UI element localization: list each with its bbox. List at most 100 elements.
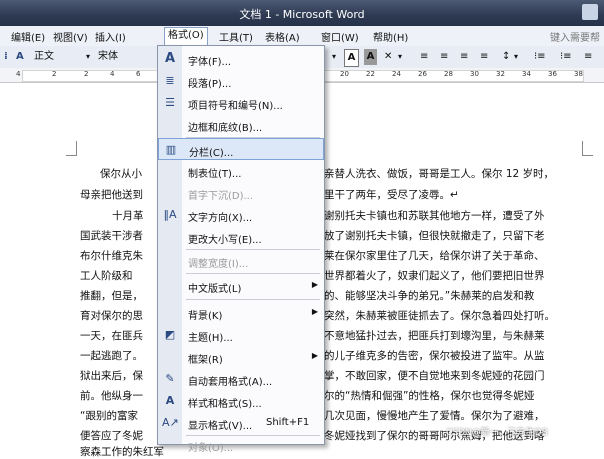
doc-line: 一起逃跑了。 <box>80 350 143 362</box>
justify-icon[interactable]: ≡ <box>480 49 488 65</box>
menu-item-styles-formatting[interactable]: A 样式和格式(S)... <box>158 390 324 412</box>
menu-item-asian-layout[interactable]: 中文版式(L) ▶ <box>158 275 324 297</box>
font-A-icon: A <box>164 51 176 66</box>
menu-item-frames[interactable]: 框架(R) ▶ <box>158 346 324 368</box>
styles-pane-icon[interactable]: ⁞ <box>4 49 8 65</box>
doc-line-right: 的儿子维克多的告密，保尔被投进了监牢。从监 <box>324 350 545 362</box>
doc-line-right: 亲替人洗衣、做饭，哥哥是工人。保尔 12 岁时， <box>324 168 555 180</box>
help-search-box[interactable]: 键入需要帮 <box>550 29 600 44</box>
reveal-format-icon: A↗ <box>162 416 179 429</box>
doc-line: 布尔什维克朱 <box>80 250 143 262</box>
menu-item-shortcut: Shift+F1 <box>266 417 310 428</box>
menu-item-background[interactable]: 背景(K) ▶ <box>158 302 324 324</box>
doc-line-right: 掌，不敢回家，便不自觉地来到冬妮娅的花园门 <box>324 370 545 382</box>
menu-tools[interactable]: 工具(T) <box>216 29 256 44</box>
menu-item-label: 背景(K) <box>188 311 223 322</box>
menu-view[interactable]: 视图(V) <box>50 29 91 44</box>
watermark-text: CSDN@新一，三先生DB <box>446 428 548 438</box>
align-right-icon[interactable]: ≡ <box>460 49 468 65</box>
doc-line: 一天，在匪兵 <box>80 330 143 342</box>
numbering-icon[interactable]: ⁝≡ <box>534 49 546 65</box>
menu-item-label: 段落(P)... <box>188 79 232 90</box>
ruler-tick: 6 <box>136 70 141 78</box>
doc-line-right: 尔的“热情和倔强”的性格，保尔也觉得冬妮娅 <box>324 390 535 402</box>
menu-item-reveal-formatting[interactable]: A↗ 显示格式(V)... Shift+F1 <box>158 412 324 434</box>
doc-line: 便答应了冬妮 <box>80 430 143 442</box>
doc-line-right: 不意地猛扑过去，把匪兵打到壕沟里，与朱赫莱 <box>324 330 545 342</box>
autoformat-icon: ✎ <box>165 372 175 385</box>
doc-line: 前。他纵身一 <box>80 390 143 402</box>
menu-item-label: 更改大小写(E)... <box>188 235 262 246</box>
menu-item-borders-shading[interactable]: 边框和底纹(B)... <box>158 114 324 136</box>
menu-separator <box>186 299 320 300</box>
columns-icon: ▥ <box>165 143 177 156</box>
char-shading-button[interactable]: A <box>364 49 377 65</box>
menu-item-label: 制表位(T)... <box>188 169 242 180</box>
menu-insert[interactable]: 插入(I) <box>92 29 129 44</box>
menu-item-label: 自动套用格式(A)... <box>188 377 273 388</box>
menu-item-label: 文字方向(X)... <box>188 213 253 224</box>
doc-line: 育对保尔的思 <box>80 310 143 322</box>
doc-line: 国武装干涉者 <box>80 230 143 242</box>
menu-item-label: 项目符号和编号(N)... <box>188 101 283 112</box>
doc-line-right: 里干了两年，受尽了凌辱。↵ <box>324 189 459 201</box>
doc-line-right: 几次见面，慢慢地产生了爱情。保尔为了避难， <box>324 410 545 422</box>
bullets-icon[interactable]: ⁝≡ <box>560 49 572 65</box>
line-spacing-dropdown-icon[interactable]: ▾ <box>514 49 518 65</box>
doc-line-right: 谢别托夫卡镇也和苏联其他地方一样，遭受了外 <box>324 210 545 222</box>
menu-item-tabs[interactable]: 制表位(T)... <box>158 160 324 182</box>
menu-window[interactable]: 窗口(W) <box>318 29 362 44</box>
menu-item-label: 框架(R) <box>188 355 223 366</box>
menu-item-drop-cap[interactable]: 首字下沉(D)... <box>158 182 324 204</box>
menu-edit[interactable]: 编辑(E) <box>8 29 48 44</box>
menu-item-bullets-numbering[interactable]: ☰ 项目符号和编号(N)... <box>158 92 324 114</box>
styles-icon[interactable]: A <box>16 49 24 65</box>
doc-line-right: 放了谢别托夫卡镇，但很快就撤走了，只留下老 <box>324 230 545 242</box>
ruler-tick: 4 <box>110 70 115 78</box>
menu-item-paragraph[interactable]: ≣ 段落(P)... <box>158 70 324 92</box>
menu-item-adjust-width[interactable]: 调整宽度(I)... <box>158 250 324 272</box>
doc-line-right: 莱在保尔家里住了几天，给保尔讲了关于革命、 <box>324 250 545 262</box>
menu-help[interactable]: 帮助(H) <box>370 29 411 44</box>
menu-item-font[interactable]: A 字体(F)... <box>158 48 324 70</box>
window-title: 文档 1 - Microsoft Word <box>239 8 365 21</box>
menu-item-label: 字体(F)... <box>188 57 232 68</box>
menu-item-theme[interactable]: ◩ 主题(H)... <box>158 324 324 346</box>
style-dropdown-arrow-icon[interactable]: ▾ <box>86 49 90 65</box>
menu-table[interactable]: 表格(A) <box>262 29 303 44</box>
doc-line: 母亲把他送到 <box>80 189 143 201</box>
style-select[interactable]: 正文 <box>34 49 74 65</box>
char-scale-dropdown-icon[interactable]: ▾ <box>398 49 402 65</box>
menu-item-text-direction[interactable]: ‖A 文字方向(X)... <box>158 204 324 226</box>
doc-line: 狱出来后，保 <box>80 370 143 382</box>
ruler-tick: 32 <box>496 70 505 78</box>
format-menu-dropdown: A 字体(F)... ≣ 段落(P)... ☰ 项目符号和编号(N)... 边框… <box>157 45 325 454</box>
menu-item-columns[interactable]: ▥ 分栏(C)... <box>158 138 324 160</box>
submenu-arrow-icon: ▶ <box>311 307 318 316</box>
char-scale-button[interactable]: ✕ <box>384 49 392 65</box>
doc-line-right: 的、能够坚决斗争的弟兄。”朱赫莱的启发和教 <box>324 290 535 302</box>
line-spacing-icon[interactable]: ↕ <box>502 49 510 65</box>
theme-icon: ◩ <box>164 328 176 341</box>
align-center-icon[interactable]: ≡ <box>440 49 448 65</box>
ruler-tick: 36 <box>548 70 557 78</box>
styles-icon: A <box>165 394 175 407</box>
align-left-icon[interactable]: ≡ <box>420 49 428 65</box>
bullets-icon: ☰ <box>165 96 175 109</box>
char-border-button[interactable]: A <box>344 49 359 67</box>
decrease-indent-icon[interactable]: ≡ <box>584 49 592 65</box>
ruler-tick: 20 <box>340 70 349 78</box>
doc-line: 保尔从小 <box>100 168 142 180</box>
menu-item-object[interactable]: 对象(O)... <box>158 434 324 456</box>
ruler-tick: 26 <box>418 70 427 78</box>
menu-item-autoformat[interactable]: ✎ 自动套用格式(A)... <box>158 368 324 390</box>
menu-item-change-case[interactable]: 更改大小写(E)... <box>158 226 324 248</box>
ruler-tick: 2 <box>84 70 89 78</box>
font-select[interactable]: 宋体 <box>98 49 118 65</box>
doc-line-right: 突然，朱赫莱被匪徒抓去了。保尔急着四处打听。 <box>324 310 555 322</box>
size-dropdown-arrow-icon[interactable]: ▾ <box>332 49 336 65</box>
window-control-button[interactable] <box>582 4 598 20</box>
menu-separator <box>186 273 320 274</box>
menu-item-label: 首字下沉(D)... <box>188 191 254 202</box>
menu-format[interactable]: 格式(O) <box>164 27 208 47</box>
